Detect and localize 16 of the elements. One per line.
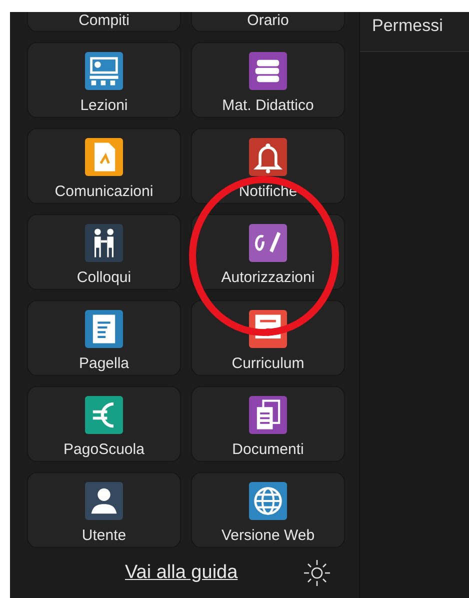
menu-tile[interactable]: Compiti bbox=[27, 12, 181, 32]
menu-tile[interactable]: Utente bbox=[27, 472, 181, 548]
menu-tile[interactable]: Comunicazioni bbox=[27, 128, 181, 204]
menu-tile[interactable]: Curriculum bbox=[191, 300, 345, 376]
menu-tile[interactable]: Versione Web bbox=[191, 472, 345, 548]
guide-link[interactable]: Vai alla guida bbox=[125, 562, 238, 584]
menu-tile[interactable]: Autorizzazioni bbox=[191, 214, 345, 290]
page-title: Permessi bbox=[372, 16, 443, 35]
menu-tile[interactable]: Documenti bbox=[191, 386, 345, 462]
menu-tile[interactable]: PagoScuola bbox=[27, 386, 181, 462]
menu-tile[interactable]: Orario bbox=[191, 12, 345, 32]
menu-tile[interactable]: Pagella bbox=[27, 300, 181, 376]
menu-tile[interactable]: Lezioni bbox=[27, 42, 181, 118]
menu-tile[interactable]: Mat. Didattico bbox=[191, 42, 345, 118]
sun-icon[interactable] bbox=[302, 558, 332, 588]
menu-tile[interactable]: Colloqui bbox=[27, 214, 181, 290]
